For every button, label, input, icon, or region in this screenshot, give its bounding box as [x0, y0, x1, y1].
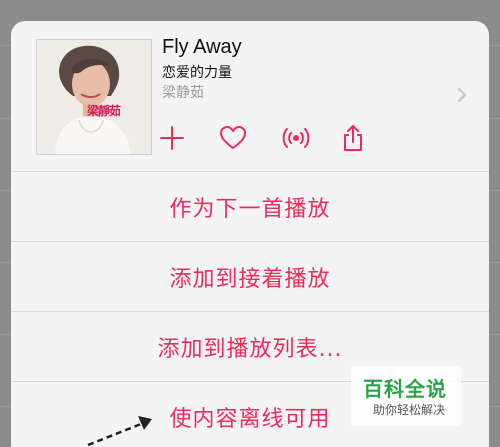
chevron-right-icon[interactable]: [457, 87, 467, 102]
screen: 梁靜茹 Fly Away 恋爱的力量 梁静茹 作为下一首播放 添加到接着播放 添…: [0, 0, 500, 447]
album-art-text: 梁靜茹: [87, 104, 121, 118]
menu-play-later[interactable]: 添加到接着播放: [11, 242, 489, 312]
menu-make-offline-label: 使内容离线可用: [169, 406, 331, 432]
menu-play-later-label: 添加到接着播放: [169, 266, 331, 292]
dashed-arrow-icon: [84, 408, 164, 447]
share-icon[interactable]: [336, 121, 370, 155]
watermark-subtitle: 助你轻松解决: [373, 403, 446, 417]
heart-icon[interactable]: [216, 121, 250, 155]
menu-play-next-label: 作为下一首播放: [169, 196, 331, 222]
watermark: 百科全说 助你轻松解决: [351, 366, 461, 426]
plus-icon[interactable]: [155, 121, 189, 155]
song-album: 恋爱的力量: [162, 65, 232, 81]
song-artist: 梁静茹: [162, 85, 204, 101]
action-icons-row: [11, 121, 489, 159]
menu-play-next[interactable]: 作为下一首播放: [11, 172, 489, 242]
broadcast-icon[interactable]: [279, 121, 313, 155]
song-header: 梁靜茹 Fly Away 恋爱的力量 梁静茹: [11, 21, 489, 172]
watermark-title: 百科全说: [363, 377, 447, 401]
song-title: Fly Away: [162, 36, 242, 58]
menu-add-to-playlist-label: 添加到播放列表...: [157, 336, 343, 362]
